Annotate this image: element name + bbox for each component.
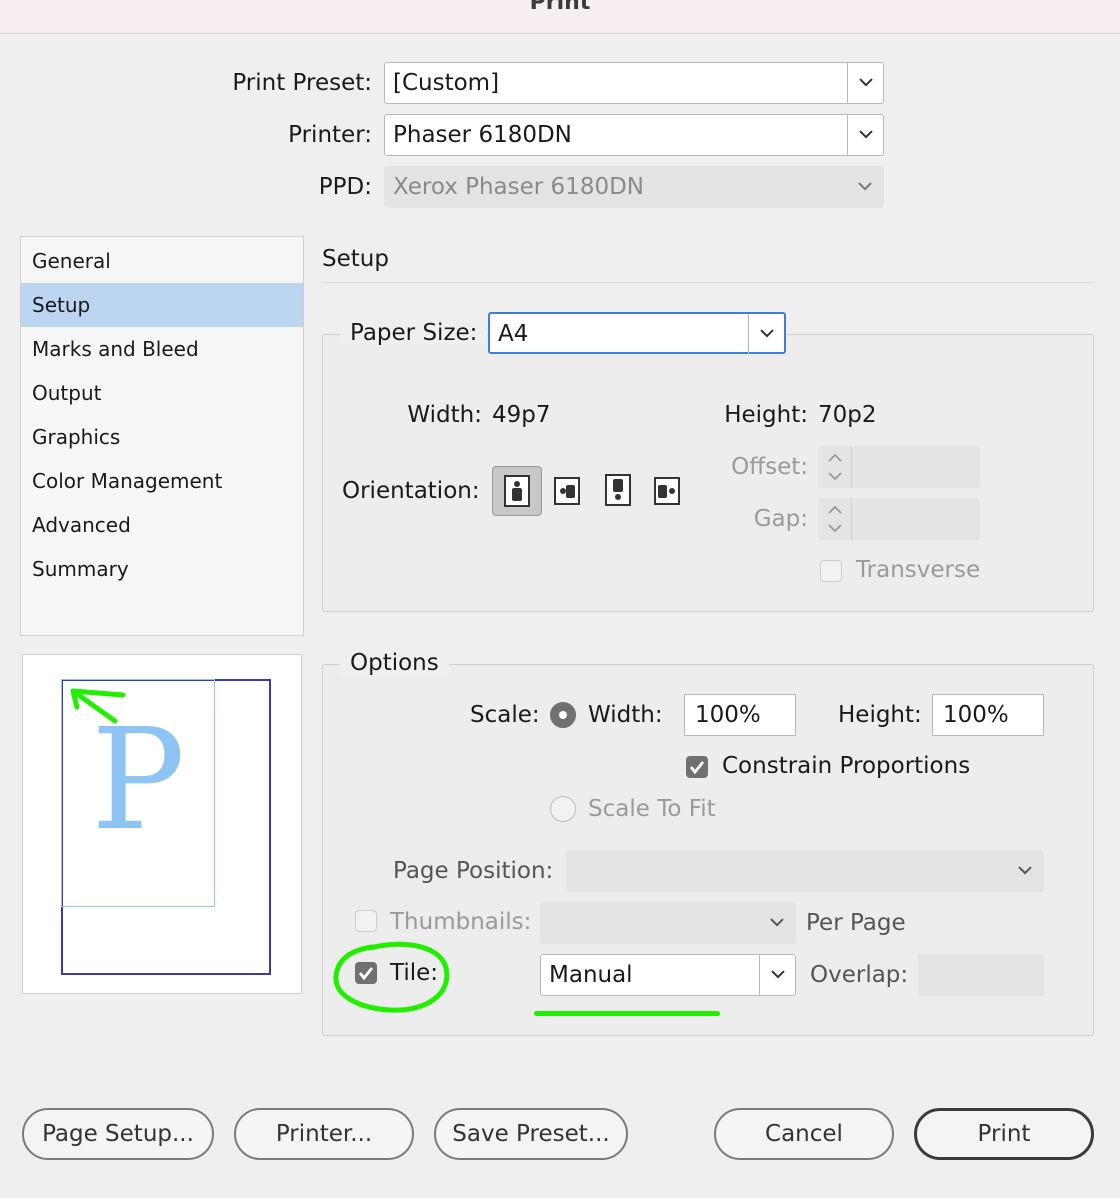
scale-width-input[interactable]: 100% [684, 694, 796, 736]
tile-highlight-circle [333, 941, 450, 1013]
page-position-dropdown[interactable] [566, 850, 1044, 892]
sidebar-item-setup[interactable]: Setup [21, 283, 303, 327]
chevron-down-icon[interactable] [847, 63, 883, 103]
scale-width-label: Width: [588, 702, 663, 728]
thumbnails-dropdown[interactable] [540, 902, 796, 944]
printer-button[interactable]: Printer... [234, 1108, 414, 1160]
paper-height-label: Height: [724, 402, 808, 428]
ppd-dropdown[interactable]: Xerox Phaser 6180DN [384, 166, 884, 208]
scale-width-radio[interactable] [550, 702, 576, 728]
options-heading: Options [340, 650, 449, 676]
orientation-landscape-button[interactable] [543, 466, 593, 516]
page-position-label: Page Position: [393, 858, 554, 884]
paper-width-label: Width: [407, 402, 482, 428]
chevron-down-icon[interactable] [759, 955, 795, 995]
chevron-down-icon [759, 903, 795, 943]
setup-divider [322, 282, 1094, 283]
paper-size-value: A4 [498, 321, 529, 347]
constrain-proportions-checkbox[interactable] [686, 756, 708, 778]
reverse-portrait-icon [605, 474, 631, 506]
chevron-down-icon [1007, 851, 1043, 891]
overlap-label: Overlap: [810, 962, 909, 988]
landscape-icon [554, 477, 580, 505]
arrow-annotation-icon [70, 688, 126, 724]
tile-dropdown[interactable]: Manual [540, 954, 796, 996]
print-preset-value: [Custom] [393, 70, 500, 96]
printer-label: Printer: [288, 122, 372, 148]
chevron-down-icon[interactable] [748, 314, 784, 354]
sidebar-item-graphics[interactable]: Graphics [21, 415, 303, 459]
scale-to-fit-radio[interactable] [550, 796, 576, 822]
chevron-down-icon [847, 167, 883, 207]
setup-heading: Setup [322, 246, 389, 272]
offset-label: Offset: [731, 454, 808, 480]
offset-stepper-arrows[interactable] [818, 446, 852, 488]
orientation-label: Orientation: [342, 478, 480, 504]
category-list: General Setup Marks and Bleed Output Gra… [20, 236, 304, 636]
orientation-reverse-portrait-button[interactable] [594, 466, 644, 516]
paper-size-label: Paper Size: [340, 320, 488, 346]
tile-underline-mark [534, 1011, 720, 1016]
printer-value: Phaser 6180DN [393, 122, 572, 148]
cancel-button[interactable]: Cancel [714, 1108, 894, 1160]
ppd-label: PPD: [318, 174, 372, 200]
print-preset-dropdown[interactable]: [Custom] [384, 62, 884, 104]
reverse-landscape-icon [654, 477, 680, 505]
scale-label: Scale: [470, 702, 540, 728]
paper-height-value: 70p2 [818, 402, 877, 428]
scale-height-label: Height: [838, 702, 922, 728]
chevron-down-icon[interactable] [847, 115, 883, 155]
page-setup-button[interactable]: Page Setup... [22, 1108, 214, 1160]
save-preset-button[interactable]: Save Preset... [434, 1108, 628, 1160]
sidebar-item-color-management[interactable]: Color Management [21, 459, 303, 503]
sidebar-item-marks-and-bleed[interactable]: Marks and Bleed [21, 327, 303, 371]
constrain-proportions-label: Constrain Proportions [722, 753, 971, 779]
gap-stepper-arrows[interactable] [818, 498, 852, 540]
per-page-label: Per Page [806, 910, 906, 936]
paper-size-dropdown[interactable]: A4 [488, 312, 786, 354]
scale-height-input[interactable]: 100% [932, 694, 1044, 736]
gap-label: Gap: [753, 506, 808, 532]
preview-letter: P [91, 699, 186, 862]
thumbnails-label: Thumbnails: [390, 909, 532, 935]
transverse-checkbox[interactable] [820, 560, 842, 582]
printer-dropdown[interactable]: Phaser 6180DN [384, 114, 884, 156]
window-title: Print [0, 0, 1120, 34]
sidebar-item-output[interactable]: Output [21, 371, 303, 415]
sidebar-item-advanced[interactable]: Advanced [21, 503, 303, 547]
checkmark-icon [689, 761, 705, 775]
sidebar-item-general[interactable]: General [21, 239, 303, 283]
transverse-label: Transverse [856, 557, 981, 583]
orientation-portrait-button[interactable] [492, 466, 542, 516]
gap-field[interactable] [818, 498, 980, 540]
page-preview: P [22, 654, 302, 994]
ppd-value: Xerox Phaser 6180DN [393, 174, 645, 200]
portrait-icon [504, 475, 530, 507]
print-preset-label: Print Preset: [232, 70, 372, 96]
offset-field[interactable] [818, 446, 980, 488]
scale-to-fit-label: Scale To Fit [588, 796, 716, 822]
tile-value: Manual [549, 962, 633, 988]
paper-width-value: 49p7 [492, 402, 551, 428]
print-button[interactable]: Print [914, 1108, 1094, 1160]
overlap-input[interactable] [918, 954, 1044, 996]
thumbnails-checkbox[interactable] [355, 910, 377, 932]
orientation-reverse-landscape-button[interactable] [643, 466, 693, 516]
sidebar-item-summary[interactable]: Summary [21, 547, 303, 591]
